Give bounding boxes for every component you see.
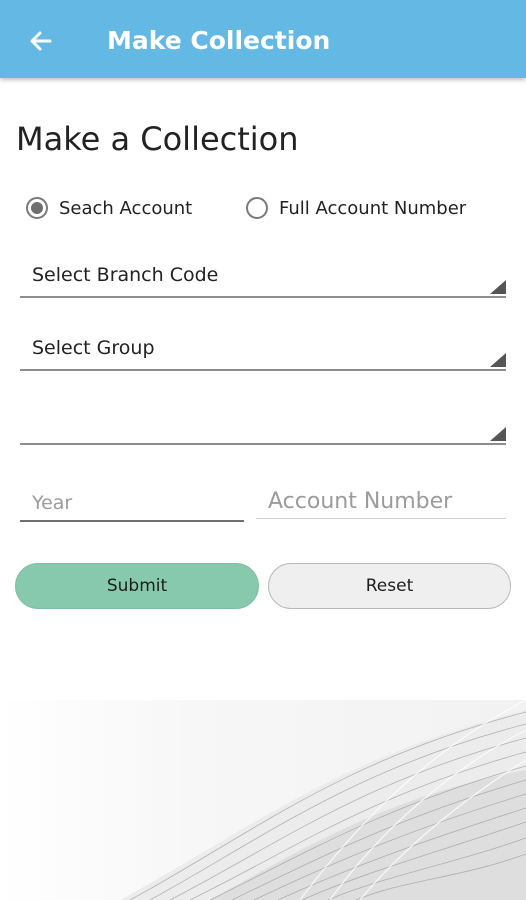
- branch-code-dropdown-value: Select Branch Code: [32, 264, 219, 286]
- radio-unchecked-icon: [246, 197, 268, 219]
- app-bar-title: Make Collection: [107, 26, 331, 55]
- back-button[interactable]: [26, 26, 56, 56]
- account-number-field[interactable]: [256, 484, 506, 519]
- account-number-input[interactable]: [256, 484, 506, 518]
- submit-button[interactable]: Submit: [15, 563, 259, 609]
- radio-full-account-number[interactable]: Full Account Number: [246, 194, 466, 222]
- background-wave-decoration: [0, 700, 526, 900]
- dropdown-arrow-icon: [490, 353, 506, 367]
- group-dropdown-value: Select Group: [32, 337, 155, 359]
- arrow-left-icon: [30, 31, 52, 51]
- search-mode-radio-group: Seach Account Full Account Number: [0, 194, 526, 222]
- third-dropdown[interactable]: [20, 407, 506, 445]
- page-heading: Make a Collection: [16, 120, 299, 158]
- group-dropdown[interactable]: Select Group: [20, 333, 506, 371]
- year-field[interactable]: [20, 486, 244, 522]
- reset-button[interactable]: Reset: [268, 563, 511, 609]
- dropdown-arrow-icon: [490, 280, 506, 294]
- branch-code-dropdown[interactable]: Select Branch Code: [20, 260, 506, 298]
- app-bar: Make Collection: [0, 0, 526, 78]
- radio-search-account-label: Seach Account: [59, 197, 193, 219]
- radio-checked-icon: [26, 197, 48, 219]
- radio-full-account-number-label: Full Account Number: [279, 197, 467, 219]
- radio-search-account[interactable]: Seach Account: [26, 194, 192, 222]
- year-input[interactable]: [20, 486, 244, 520]
- dropdown-arrow-icon: [490, 427, 506, 441]
